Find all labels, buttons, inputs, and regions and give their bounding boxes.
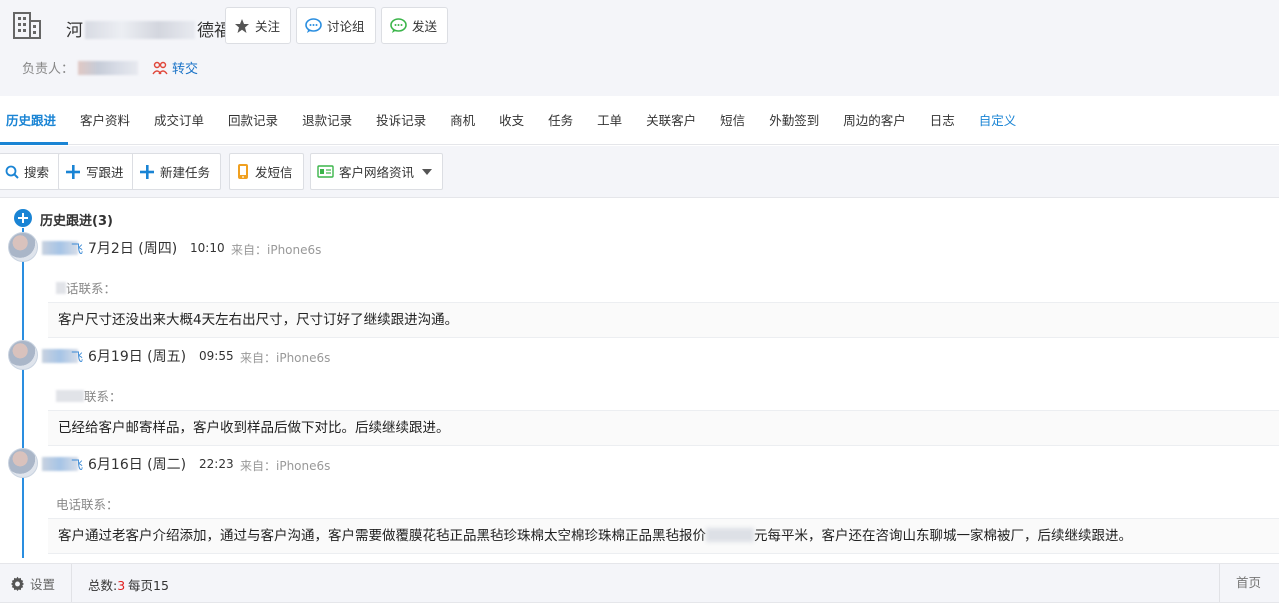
- user-name-suffix: 飞: [71, 350, 84, 364]
- follow-label: 关注: [255, 19, 281, 34]
- total-value: 3: [117, 578, 126, 593]
- network-info-dropdown[interactable]: 客户网络资讯: [310, 153, 444, 190]
- owner-label: 负责人：: [22, 62, 75, 77]
- tab-opportunities[interactable]: 商机: [438, 96, 487, 145]
- message-icon: [390, 17, 407, 33]
- tab-history-followup[interactable]: 历史跟进: [0, 96, 69, 145]
- customer-name-start: 河: [66, 21, 83, 41]
- tab-sms[interactable]: 短信: [708, 96, 757, 145]
- caret-down-icon: [422, 168, 433, 175]
- tab-log[interactable]: 日志: [918, 96, 967, 145]
- transfer-label: 转交: [172, 62, 199, 77]
- contact-type-text: 话联系：: [66, 281, 117, 296]
- new-task-button[interactable]: 新建任务: [132, 153, 222, 190]
- search-button[interactable]: 搜索: [0, 153, 61, 190]
- tab-refunds[interactable]: 退款记录: [290, 96, 364, 145]
- tab-field-checkin[interactable]: 外勤签到: [757, 96, 831, 145]
- avatar: [8, 340, 38, 370]
- redacted-blur: [706, 528, 754, 542]
- contact-type-text: 联系：: [84, 389, 122, 404]
- redacted-blur: [56, 282, 66, 294]
- per-page: 每页15: [128, 578, 169, 593]
- entry-content: 客户尺寸还没出来大概4天左右出尺寸，尺寸订好了继续跟进沟通。: [48, 302, 1279, 338]
- pagination-footer: 设置 总数:3 每页15 首页: [0, 563, 1279, 603]
- entry-source: 来自：iPhone6s: [240, 351, 331, 365]
- tab-tasks[interactable]: 任务: [536, 96, 585, 145]
- entry-content-end: 元每平米，客户还在咨询山东聊城一家棉被厂，后续继续跟进。: [754, 528, 1132, 544]
- timeline-line: [22, 228, 24, 558]
- user-name-suffix: 飞: [71, 458, 84, 472]
- tab-orders[interactable]: 成交订单: [142, 96, 216, 145]
- tab-related-customers[interactable]: 关联客户: [634, 96, 708, 145]
- first-page-button[interactable]: 首页: [1219, 564, 1279, 602]
- entry-content: 已经给客户邮寄样品，客户收到样品后做下对比。后续继续跟进。: [48, 410, 1279, 446]
- new-task-label: 新建任务: [160, 165, 211, 180]
- settings-button[interactable]: 设置: [0, 564, 72, 602]
- tab-complaints[interactable]: 投诉记录: [364, 96, 438, 145]
- contact-type-label: 话联系：: [56, 278, 116, 297]
- tab-customer-info[interactable]: 客户资料: [68, 96, 142, 145]
- send-button[interactable]: 发送: [381, 7, 449, 44]
- write-followup-label: 写跟进: [86, 165, 124, 180]
- detail-tabs: 历史跟进 客户资料 成交订单 回款记录 退款记录 投诉记录 商机 收支 任务 工…: [0, 96, 1279, 145]
- customer-name: 河德福: [66, 16, 231, 41]
- timeline-title: 历史跟进(3): [40, 214, 113, 229]
- star-icon: [235, 18, 249, 33]
- phone-icon: [238, 164, 248, 179]
- tab-work-orders[interactable]: 工单: [585, 96, 634, 145]
- total-count: 总数:3: [88, 575, 125, 594]
- customer-header: 河德福 关注 讨论组 发送 负责人： 转交: [0, 0, 1279, 96]
- entry-time: 22:23: [199, 457, 234, 471]
- entry-source: 来自：iPhone6s: [231, 243, 322, 257]
- building-icon: [13, 12, 41, 39]
- tab-custom[interactable]: 自定义: [967, 96, 1029, 145]
- send-sms-label: 发短信: [255, 165, 293, 180]
- user-name-suffix: 飞: [71, 242, 84, 256]
- redacted-blur: [56, 390, 84, 402]
- discussion-label: 讨论组: [327, 19, 365, 34]
- contact-type-label: 电话联系：: [56, 497, 119, 512]
- id-card-icon: [317, 165, 334, 178]
- avatar: [8, 448, 38, 478]
- tab-payments[interactable]: 回款记录: [216, 96, 290, 145]
- entry-date: 6月16日 (周二): [88, 457, 187, 473]
- search-icon: [5, 165, 19, 179]
- avatar: [8, 232, 38, 262]
- send-label: 发送: [412, 19, 438, 34]
- entry-content: 客户通过老客户介绍添加，通过与客户沟通，客户需要做覆膜花毡正品黑毡珍珠棉太空棉珍…: [48, 518, 1279, 554]
- gear-icon: [10, 576, 25, 591]
- contact-type-label: 联系：: [56, 386, 122, 405]
- entry-time: 10:10: [190, 241, 225, 255]
- owner-name-redacted: [78, 60, 139, 75]
- plus-icon: [140, 164, 154, 179]
- search-label: 搜索: [24, 165, 50, 180]
- transfer-users-icon: [152, 61, 168, 74]
- network-info-label: 客户网络资讯: [339, 165, 415, 180]
- discussion-button[interactable]: 讨论组: [296, 7, 376, 44]
- total-label: 总数:: [88, 578, 118, 593]
- owner-row: 负责人： 转交: [22, 58, 198, 77]
- entry-time: 09:55: [199, 349, 234, 363]
- entry-source: 来自：iPhone6s: [240, 459, 331, 473]
- tab-income-expense[interactable]: 收支: [487, 96, 536, 145]
- chat-bubble-icon: [305, 17, 322, 33]
- settings-label: 设置: [30, 576, 56, 592]
- follow-button[interactable]: 关注: [225, 7, 292, 44]
- tab-nearby-customers[interactable]: 周边的客户: [831, 96, 918, 145]
- redacted-blur: [85, 21, 195, 39]
- history-timeline: 历史跟进(3) 飞 7月2日 (周四) 10:10 来自：iPhone6s 话联…: [0, 198, 1279, 560]
- send-sms-button[interactable]: 发短信: [229, 153, 304, 190]
- entry-date: 6月19日 (周五): [88, 349, 187, 365]
- transfer-link[interactable]: 转交: [152, 58, 198, 77]
- plus-icon: [66, 164, 80, 179]
- entry-date: 7月2日 (周四): [88, 241, 178, 257]
- entry-content-start: 客户通过老客户介绍添加，通过与客户沟通，客户需要做覆膜花毡正品黑毡珍珠棉太空棉珍…: [58, 528, 706, 544]
- expand-plus-icon[interactable]: [14, 209, 32, 227]
- action-toolbar: 搜索 写跟进 新建任务 发短信 客户网络资讯: [0, 146, 1279, 198]
- write-followup-button[interactable]: 写跟进: [58, 153, 135, 190]
